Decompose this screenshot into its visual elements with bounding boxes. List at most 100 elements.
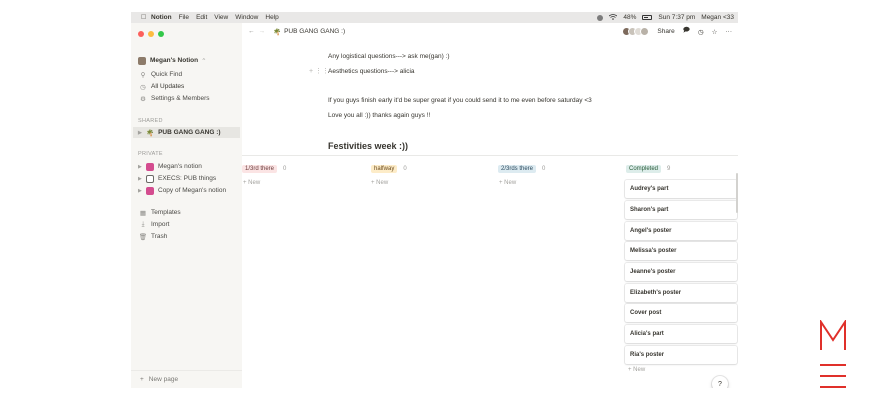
menu-edit[interactable]: Edit (196, 14, 207, 21)
more-options-icon[interactable]: ··· (726, 28, 733, 35)
battery-icon[interactable] (642, 15, 653, 20)
column-tag: 1/3rd there (242, 164, 278, 173)
new-page-button[interactable]: + New page (131, 370, 242, 388)
all-updates-button[interactable]: ◷ All Updates (138, 81, 184, 92)
board-column-header[interactable]: Completed 9 (626, 164, 670, 173)
sidebar-page-label: Copy of Megan's notion (158, 187, 227, 194)
board-card[interactable]: Jeanne's poster (625, 263, 737, 281)
menu-help[interactable]: Help (265, 14, 278, 21)
new-page-label: New page (148, 376, 179, 383)
quick-find-label: Quick Find (151, 71, 183, 78)
board-card[interactable]: Elizabeth's poster (625, 284, 737, 302)
share-button[interactable]: Share (657, 28, 674, 35)
settings-label: Settings & Members (151, 95, 210, 102)
column-count: 0 (283, 165, 287, 172)
status-dot-icon[interactable] (597, 14, 604, 21)
settings-button[interactable]: ⚙ Settings & Members (138, 93, 210, 104)
section-heading[interactable]: Festivities week :)) (328, 141, 408, 151)
board-card[interactable]: Melissa's poster (625, 242, 737, 260)
sidebar-page-pub-gang-gang[interactable]: ▶ 🌴 PUB GANG GANG :) (133, 127, 240, 138)
templates-icon: ▦ (139, 209, 147, 217)
menu-view[interactable]: View (214, 14, 228, 21)
minimize-window-button[interactable] (148, 31, 154, 37)
collaborator-avatars[interactable] (622, 27, 650, 36)
board-new-card-button[interactable]: + New (628, 367, 645, 373)
breadcrumb-title: PUB GANG GANG :) (284, 28, 346, 35)
board-card[interactable]: Audrey's part (625, 180, 737, 198)
menu-window[interactable]: Window (235, 14, 258, 21)
board-new-card-button[interactable]: + New (371, 180, 388, 186)
text-block[interactable]: Aesthetics questions---> alicia (328, 68, 415, 75)
sidebar-page-megans-notion[interactable]: ▶ Megan's notion (138, 161, 202, 172)
board-card[interactable]: Angel's poster (625, 222, 737, 240)
clock-icon: ◷ (140, 83, 146, 91)
m-logo-icon (820, 320, 846, 388)
text-block[interactable]: Any logistical questions---> ask me(gan)… (328, 53, 450, 60)
checkbox-icon (146, 174, 154, 183)
text-block[interactable]: Love you all :)) thanks again guys !! (328, 112, 430, 119)
quick-find-button[interactable]: ⚲ Quick Find (138, 69, 182, 80)
shared-section-label: SHARED (138, 118, 163, 124)
menubar-status: 48% Sun 7:37 pm Megan <33 (597, 12, 734, 23)
expand-triangle-icon[interactable]: ▶ (138, 176, 146, 182)
board-new-card-button[interactable]: + New (243, 180, 260, 186)
board-column-header[interactable]: 1/3rd there 0 (242, 164, 286, 173)
board-column-header[interactable]: halfway 0 (371, 164, 407, 173)
page-icon (146, 186, 154, 195)
gear-icon: ⚙ (140, 95, 146, 103)
expand-triangle-icon[interactable]: ▶ (138, 130, 146, 136)
text-block[interactable]: If you guys finish early it'd be super g… (328, 97, 592, 104)
palm-tree-icon: 🌴 (273, 28, 282, 36)
board-column-header[interactable]: 2/3rds there 0 (498, 164, 545, 173)
avatar (640, 27, 650, 36)
search-icon: ⚲ (140, 71, 146, 79)
wifi-icon[interactable] (609, 13, 618, 22)
breadcrumb[interactable]: 🌴 PUB GANG GANG :) (273, 28, 345, 36)
import-button[interactable]: ⤓ Import (138, 219, 170, 230)
column-count: 9 (667, 165, 671, 172)
plus-icon: + (140, 376, 144, 383)
board-card[interactable]: Alicia's part (625, 325, 737, 343)
block-drag-handle-icon[interactable]: + ⋮⋮ (309, 67, 329, 75)
column-count: 0 (403, 165, 407, 172)
board-card[interactable]: Cover post (625, 304, 737, 322)
comments-icon[interactable]: 🗩 (683, 26, 690, 37)
trash-label: Trash (151, 233, 168, 240)
favorite-star-icon[interactable]: ☆ (712, 28, 718, 36)
import-label: Import (151, 221, 170, 228)
sidebar-page-label: Megan's notion (158, 163, 202, 170)
menubar-user[interactable]: Megan <33 (701, 14, 734, 21)
page-topbar: ←→ 🌴 PUB GANG GANG :) Share 🗩 ◷ ☆ ··· (242, 23, 738, 40)
board-scrollbar[interactable] (736, 173, 738, 213)
palm-tree-icon: 🌴 (146, 129, 155, 137)
menu-app-name[interactable]: Notion (151, 14, 172, 21)
workspace-avatar (138, 56, 146, 65)
page-icon (146, 162, 154, 171)
sidebar: Megan's Notion ⌃ ⚲ Quick Find ◷ All Upda… (131, 23, 242, 388)
templates-button[interactable]: ▦ Templates (138, 207, 181, 218)
topbar-actions: Share 🗩 ◷ ☆ ··· (622, 23, 732, 40)
board-new-card-button[interactable]: + New (499, 180, 516, 186)
updates-clock-icon[interactable]: ◷ (698, 28, 704, 36)
menu-file[interactable]: File (179, 14, 189, 21)
clock[interactable]: Sun 7:37 pm (658, 14, 695, 21)
all-updates-label: All Updates (151, 83, 185, 90)
help-button[interactable]: ? (712, 376, 728, 388)
zoom-window-button[interactable] (158, 31, 164, 37)
expand-triangle-icon[interactable]: ▶ (138, 164, 146, 170)
apple-icon[interactable]:  (141, 14, 151, 21)
trash-icon: 🗑 (138, 233, 148, 241)
expand-triangle-icon[interactable]: ▶ (138, 188, 146, 194)
back-arrow-icon[interactable]: ← (248, 28, 259, 35)
workspace-switcher[interactable]: Megan's Notion ⌃ (138, 55, 207, 66)
window-controls (138, 31, 164, 37)
sidebar-page-execs-pub-things[interactable]: ▶ EXECS: PUB things (138, 173, 216, 184)
board-card[interactable]: Sharon's part (625, 201, 737, 219)
trash-button[interactable]: 🗑 Trash (138, 231, 168, 242)
close-window-button[interactable] (138, 31, 144, 37)
sidebar-page-copy-of-megans-notion[interactable]: ▶ Copy of Megan's notion (138, 185, 226, 196)
board-card[interactable]: Ria's poster (625, 346, 737, 364)
forward-arrow-icon[interactable]: → (259, 28, 270, 35)
sidebar-page-label: EXECS: PUB things (158, 175, 217, 182)
app-window:  Notion File Edit View Window Help 48% … (131, 12, 738, 388)
